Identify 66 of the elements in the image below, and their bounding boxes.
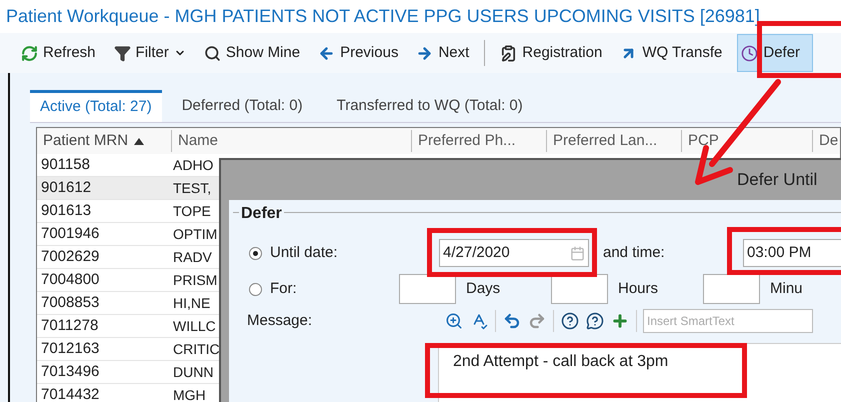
table-cell-text: OPTIM	[172, 224, 218, 244]
table-cell-text: 7008853	[40, 292, 100, 313]
table-cell-text: TEST,	[172, 178, 212, 198]
tab[interactable]: Active (Total: 27)	[30, 90, 162, 122]
column-header[interactable]: De	[813, 130, 839, 152]
table-cell-text: 7001946	[40, 224, 100, 244]
toolbar-button[interactable]: Registration	[497, 34, 606, 72]
number-field[interactable]	[399, 274, 456, 304]
table-cell-text: 7004800	[40, 270, 100, 290]
toolbar-button[interactable]: Defer	[737, 34, 814, 72]
redo-icon[interactable]	[528, 312, 546, 330]
table-cell-text: CRITIC	[172, 340, 220, 358]
sort-up-icon	[134, 138, 144, 144]
number-field[interactable]	[551, 274, 608, 304]
unit-label: Days	[466, 278, 502, 299]
toolbar-button[interactable]: Filter	[110, 34, 189, 72]
table-cell-text: DUNN	[172, 362, 214, 382]
clipboard-icon	[500, 44, 518, 62]
zoom-in-icon[interactable]	[445, 312, 463, 330]
field-label: and time:	[603, 242, 666, 263]
dialog-title: Defer Until	[737, 169, 818, 192]
table-cell-text: 901612	[40, 178, 92, 198]
filter-icon	[114, 44, 131, 62]
add-icon[interactable]	[611, 312, 629, 330]
table-cell-text: 901613	[40, 200, 92, 221]
column-header[interactable]: Name	[172, 130, 412, 152]
table-cell-text: 7002629	[40, 246, 100, 267]
column-header[interactable]: PCP	[682, 130, 813, 152]
radio-button[interactable]: Until date:	[249, 242, 439, 264]
table-cell-text: 7011278	[40, 316, 100, 336]
undo-icon[interactable]	[503, 312, 521, 330]
table-cell-text: MGH	[172, 386, 206, 402]
tab[interactable]: Transferred to WQ (Total: 0)	[326, 90, 533, 122]
help-icon[interactable]	[561, 312, 579, 330]
table-cell-text: 7012163	[40, 338, 100, 359]
number-field[interactable]	[703, 274, 760, 304]
table-cell-text: RADV	[172, 248, 212, 266]
date-field[interactable]: 4/27/2020	[439, 239, 589, 267]
field-label: Message:	[247, 310, 314, 331]
calendar-icon	[570, 246, 585, 260]
table-cell-text: HI,NE	[172, 294, 210, 312]
search-icon	[204, 44, 221, 62]
unit-label: Hours	[618, 278, 660, 299]
window-title: Patient Workqueue - MGH PATIENTS NOT ACTIVE PPG USERS UPCOMING VISITS [26981]	[6, 5, 760, 28]
clock-icon	[741, 44, 758, 62]
unit-label: Minu	[770, 278, 804, 299]
table-cell-text: PRISM	[172, 270, 218, 290]
toolbar-button[interactable]: Refresh	[18, 34, 99, 72]
toolbar-button[interactable]: Next	[413, 34, 472, 72]
column-header[interactable]: Preferred Lan...	[547, 130, 682, 152]
table-cell-text: 7013496	[40, 362, 100, 382]
radio-button[interactable]: For:	[249, 278, 399, 300]
tab[interactable]: Deferred (Total: 0)	[172, 90, 313, 122]
time-field[interactable]: 03:00 PM	[743, 239, 841, 267]
table-cell-text: 7014432	[40, 384, 100, 402]
table-cell-text: 901158	[40, 154, 91, 175]
toolbar-button[interactable]: Show Mine	[200, 34, 304, 72]
table-cell-text: WILLC	[172, 316, 216, 336]
table-cell-text: TOPE	[172, 202, 211, 220]
refresh-icon	[21, 44, 38, 62]
help-icon[interactable]	[586, 312, 604, 330]
column-header[interactable]: Preferred Ph...	[412, 130, 547, 152]
toolbar-button[interactable]: Previous	[315, 34, 402, 72]
toolbar-button[interactable]: WQ Transfe	[617, 34, 726, 72]
column-header[interactable]: Patient MRN	[37, 130, 172, 152]
table-cell-text: ADHO	[172, 156, 214, 174]
